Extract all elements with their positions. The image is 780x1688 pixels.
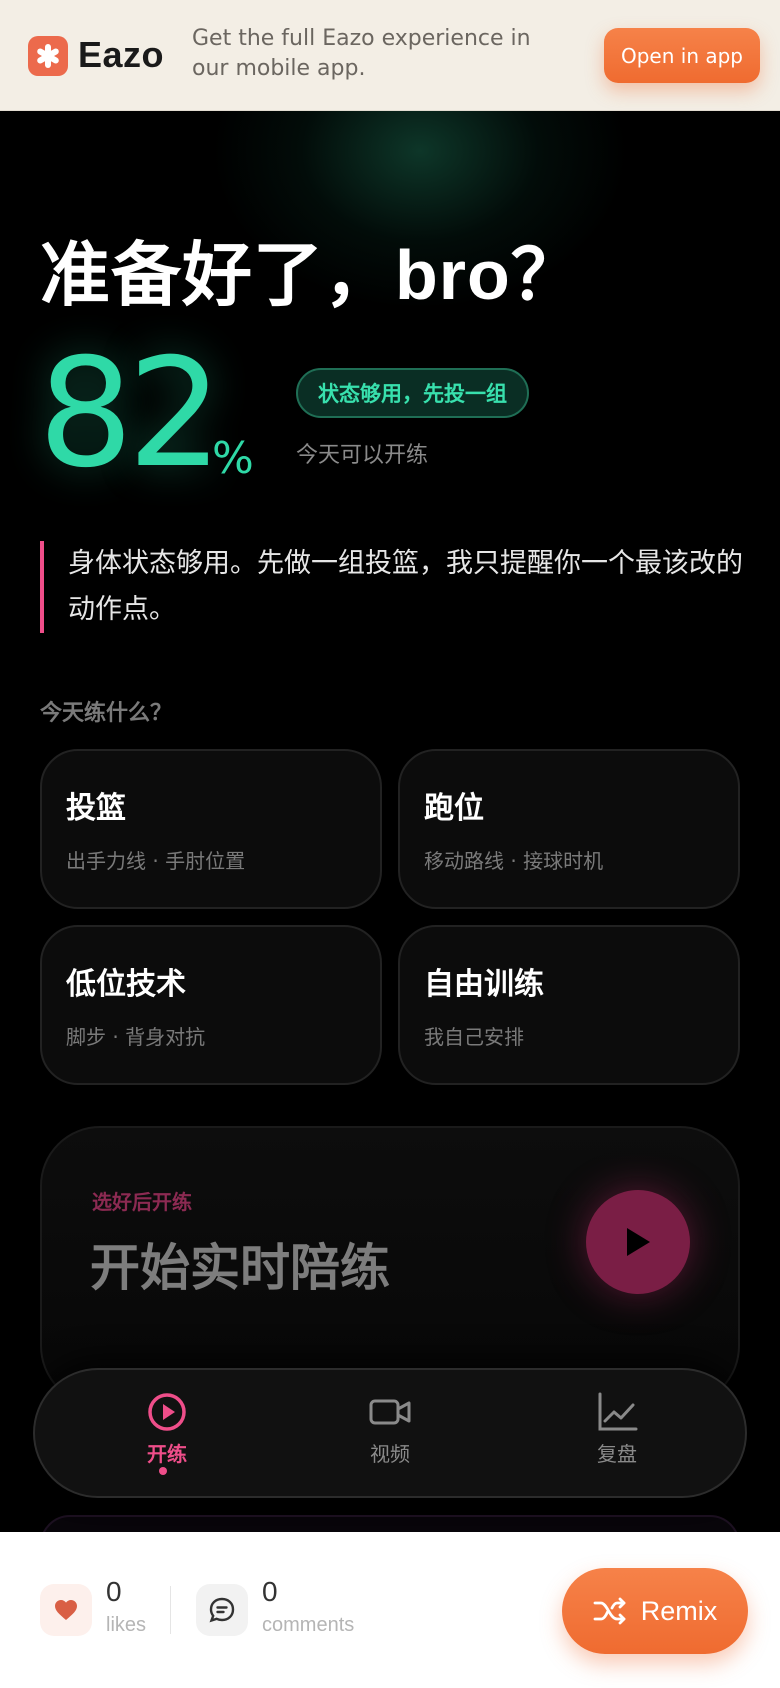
next-card-peek <box>40 1515 740 1532</box>
remix-label: Remix <box>640 1595 718 1626</box>
heart-icon <box>55 1600 77 1620</box>
bottom-tab-bar: 开练 视频 复盘 <box>33 1368 747 1498</box>
tab-label: 复盘 <box>597 1442 637 1466</box>
brand-name: Eazo <box>78 34 165 75</box>
option-card-shooting[interactable]: 投篮 出手力线 · 手肘位置 <box>40 749 382 909</box>
footer-divider <box>170 1586 171 1634</box>
option-subtitle: 出手力线 · 手肘位置 <box>66 849 246 873</box>
option-subtitle: 我自己安排 <box>424 1025 524 1049</box>
option-subtitle: 脚步 · 背身对抗 <box>66 1025 206 1049</box>
option-card-free-training[interactable]: 自由训练 我自己安排 <box>398 925 740 1085</box>
option-title: 低位技术 <box>66 967 186 1002</box>
likes-count: 0 <box>106 1576 122 1607</box>
start-title: 开始实时陪练 <box>90 1239 390 1297</box>
video-camera-icon <box>369 1399 411 1425</box>
option-subtitle: 移动路线 · 接球时机 <box>424 849 604 873</box>
section-title: 今天练什么？ <box>40 701 173 726</box>
tab-train[interactable]: 开练 <box>107 1390 227 1490</box>
active-tab-indicator <box>159 1467 167 1475</box>
option-title: 自由训练 <box>424 967 544 1002</box>
play-icon <box>627 1228 650 1256</box>
likes-label: likes <box>106 1614 147 1636</box>
option-title: 投篮 <box>66 791 126 826</box>
shuffle-icon <box>593 1597 626 1625</box>
start-session-card[interactable]: 选好后开练 开始实时陪练 <box>40 1126 740 1406</box>
start-play-button[interactable] <box>586 1190 690 1294</box>
open-in-app-button[interactable]: Open in app <box>604 28 760 83</box>
comment-bubble-icon <box>209 1597 235 1623</box>
like-button[interactable] <box>40 1584 92 1636</box>
tab-video[interactable]: 视频 <box>330 1390 450 1490</box>
status-badge: 状态够用，先投一组 <box>296 368 529 418</box>
main-content: 准备好了，bro？ 82 % 状态够用，先投一组 今天可以开练 身体状态够用。先… <box>0 111 780 1532</box>
social-footer: 0 likes 0 comments Remix <box>0 1532 780 1688</box>
comment-button[interactable] <box>196 1584 248 1636</box>
page-title: 准备好了，bro？ <box>40 236 582 314</box>
banner-message: Get the full Eazo experience in our mobi… <box>192 26 531 81</box>
option-card-post-moves[interactable]: 低位技术 脚步 · 背身对抗 <box>40 925 382 1085</box>
line-chart-icon <box>598 1392 638 1431</box>
app-promo-banner: Eazo Get the full Eazo experience in our… <box>0 0 780 111</box>
comments-count: 0 <box>262 1576 278 1607</box>
remix-button[interactable]: Remix <box>562 1568 748 1654</box>
option-title: 跑位 <box>424 791 484 826</box>
option-card-movement[interactable]: 跑位 移动路线 · 接球时机 <box>398 749 740 909</box>
tab-label: 视频 <box>370 1442 410 1466</box>
status-subtitle: 今天可以开练 <box>296 443 429 468</box>
comments-label: comments <box>262 1614 355 1636</box>
readiness-score-unit: % <box>212 433 254 484</box>
play-circle-icon <box>148 1393 186 1431</box>
readiness-score: 82 <box>38 327 223 501</box>
tab-review[interactable]: 复盘 <box>557 1390 677 1490</box>
tab-label: 开练 <box>147 1442 187 1466</box>
start-kicker: 选好后开练 <box>92 1190 192 1214</box>
eazo-logo-icon <box>28 36 68 76</box>
coach-quote: 身体状态够用。先做一组投篮，我只提醒你一个最该改的动作点。 <box>40 541 750 633</box>
